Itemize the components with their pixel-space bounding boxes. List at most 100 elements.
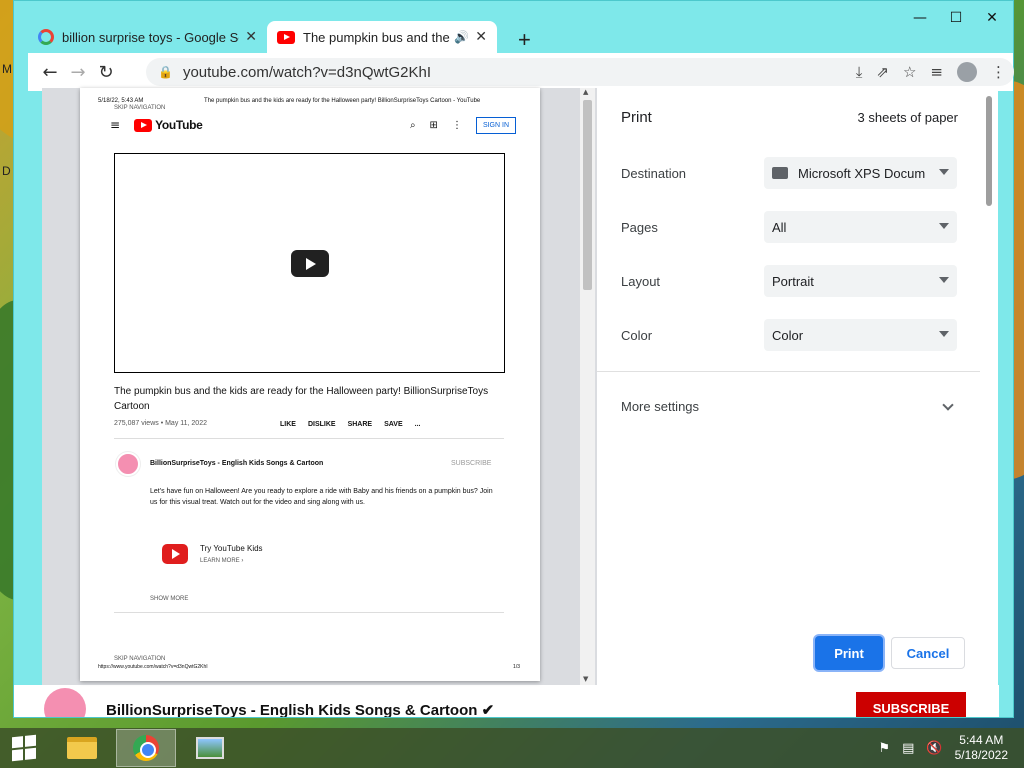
reload-button[interactable]: ↻ [92, 58, 120, 86]
close-tab-icon[interactable]: ✕ [245, 29, 257, 45]
video-views-date: 275,087 views • May 11, 2022 [114, 420, 207, 427]
install-app-icon[interactable]: ⤓ [856, 63, 863, 81]
minimize-button[interactable]: — [909, 9, 931, 27]
dropdown-arrow-icon [939, 223, 949, 229]
channel-avatar [116, 452, 140, 476]
browser-menu-icon[interactable]: ⋮ [991, 63, 1006, 81]
windows-logo-icon [12, 734, 36, 762]
lock-icon[interactable]: 🔒 [158, 65, 173, 79]
more-settings-label: More settings [621, 399, 700, 414]
tab-title: The pumpkin bus and the kid [303, 29, 450, 45]
print-preview-area: 5/18/22, 5:43 AM The pumpkin bus and the… [42, 88, 597, 685]
page-header-date: 5/18/22, 5:43 AM [98, 98, 144, 104]
profile-avatar-icon[interactable] [957, 62, 977, 82]
page-scrollbar[interactable] [980, 90, 998, 687]
layout-row: Layout Portrait [621, 265, 958, 297]
more-settings-toggle[interactable]: More settings [621, 398, 958, 414]
youtube-icon [277, 30, 295, 44]
desktop-icon-letter: M [2, 62, 12, 76]
taskbar-photos[interactable] [180, 729, 240, 767]
youtube-header: ≡ YouTube ⌕ ⊞ ⋮ SIGN IN [110, 114, 516, 136]
folder-icon [67, 737, 97, 759]
tab-strip: billion surprise toys - Google Se ✕ The … [28, 21, 497, 53]
divider [114, 438, 504, 439]
audio-playing-icon[interactable]: 🔊 [454, 30, 469, 44]
cancel-button[interactable]: Cancel [891, 637, 965, 669]
youtube-logo-text: YouTube [155, 118, 203, 132]
hamburger-menu-icon: ≡ [110, 118, 121, 132]
picture-icon [196, 737, 224, 759]
youtube-page-behind: BillionSurpriseToys - English Kids Songs… [14, 685, 999, 717]
sign-in-button: SIGN IN [475, 116, 516, 134]
video-description: Let's have fun on Halloween! Are you rea… [150, 488, 493, 506]
back-button[interactable]: ← [36, 58, 64, 86]
close-tab-icon[interactable]: ✕ [475, 29, 487, 45]
clock-time: 5:44 AM [959, 733, 1004, 747]
subscribe-label: SUBSCRIBE [451, 460, 492, 467]
media-control-icon[interactable]: ≡ [930, 63, 943, 81]
share-icon[interactable]: ⇗ [876, 63, 889, 81]
subscribe-button[interactable]: SUBSCRIBE [856, 692, 966, 717]
page-number: 1/3 [513, 664, 520, 670]
pages-row: Pages All [621, 211, 958, 243]
maximize-button[interactable]: ☐ [945, 9, 967, 27]
sheet-count: 3 sheets of paper [857, 110, 958, 125]
skip-navigation-text: SKIP NAVIGATION [114, 656, 166, 662]
tab-google-search[interactable]: billion surprise toys - Google Se ✕ [28, 21, 267, 53]
browser-toolbar: ← → ↻ 🔒 youtube.com/watch?v=d3nQwtG2KhI … [28, 53, 1014, 91]
clock-date: 5/18/2022 [954, 748, 1008, 762]
channel-name[interactable]: BillionSurpriseToys - English Kids Songs… [106, 701, 494, 717]
channel-name: BillionSurpriseToys - English Kids Songs… [150, 460, 324, 467]
youtube-kids-title: Try YouTube Kids [200, 544, 263, 553]
settings-divider [597, 371, 982, 372]
printer-icon [772, 167, 788, 179]
preview-scroll-thumb[interactable] [583, 100, 592, 290]
action-center-icon[interactable]: ⚑ [878, 741, 890, 756]
dropdown-arrow-icon [939, 277, 949, 283]
like-action: LIKE [280, 421, 296, 428]
clock[interactable]: 5:44 AM 5/18/2022 [955, 733, 1008, 763]
close-window-button[interactable]: ✕ [981, 9, 1003, 27]
preview-scrollbar[interactable]: ▲ ▼ [580, 88, 595, 685]
address-bar[interactable]: 🔒 youtube.com/watch?v=d3nQwtG2KhI ⤓ ⇗ ☆ … [146, 58, 1014, 86]
channel-avatar[interactable] [44, 688, 86, 717]
youtube-kids-icon [162, 544, 188, 564]
pages-value: All [772, 219, 787, 235]
bookmark-star-icon[interactable]: ☆ [903, 63, 916, 81]
apps-grid-icon: ⊞ [429, 119, 438, 131]
color-select[interactable]: Color [764, 319, 957, 351]
divider [114, 612, 504, 613]
preview-page: 5/18/22, 5:43 AM The pumpkin bus and the… [80, 88, 540, 681]
video-actions: LIKE DISLIKE SHARE SAVE ... [280, 421, 420, 428]
layout-select[interactable]: Portrait [764, 265, 957, 297]
destination-value: Microsoft XPS Docum [798, 165, 926, 181]
print-button[interactable]: Print [815, 636, 883, 670]
destination-select[interactable]: Microsoft XPS Docum [764, 157, 957, 189]
print-dialog: 5/18/22, 5:43 AM The pumpkin bus and the… [42, 88, 982, 685]
youtube-icon [134, 118, 153, 132]
tab-youtube-video[interactable]: The pumpkin bus and the kid 🔊 ✕ [267, 21, 497, 53]
dropdown-arrow-icon [939, 169, 949, 175]
youtube-header-actions: ⌕ ⊞ ⋮ SIGN IN [409, 116, 516, 134]
url-text[interactable]: youtube.com/watch?v=d3nQwtG2KhI [183, 64, 431, 81]
volume-muted-icon[interactable]: 🔇 [926, 741, 942, 756]
taskbar-file-explorer[interactable] [52, 729, 112, 767]
layout-label: Layout [621, 273, 661, 289]
taskbar-chrome[interactable] [116, 729, 176, 767]
system-tray: ⚑ ▤ 🔇 5:44 AM 5/18/2022 [878, 733, 1024, 763]
start-button[interactable] [0, 728, 48, 768]
chevron-down-icon [942, 398, 954, 411]
scroll-down-icon[interactable]: ▼ [583, 675, 588, 683]
destination-row: Destination Microsoft XPS Docum [621, 157, 958, 189]
pages-select[interactable]: All [764, 211, 957, 243]
scroll-up-icon[interactable]: ▲ [583, 88, 588, 96]
dropdown-arrow-icon [939, 331, 949, 337]
search-icon: ⌕ [409, 119, 416, 131]
page-scroll-thumb[interactable] [986, 96, 992, 206]
print-title: Print [621, 109, 652, 126]
network-icon[interactable]: ▤ [902, 741, 914, 756]
forward-button[interactable]: → [64, 58, 92, 86]
layout-value: Portrait [772, 273, 814, 289]
new-tab-button[interactable]: + [518, 27, 531, 53]
page-header-title: The pumpkin bus and the kids are ready f… [204, 98, 481, 104]
